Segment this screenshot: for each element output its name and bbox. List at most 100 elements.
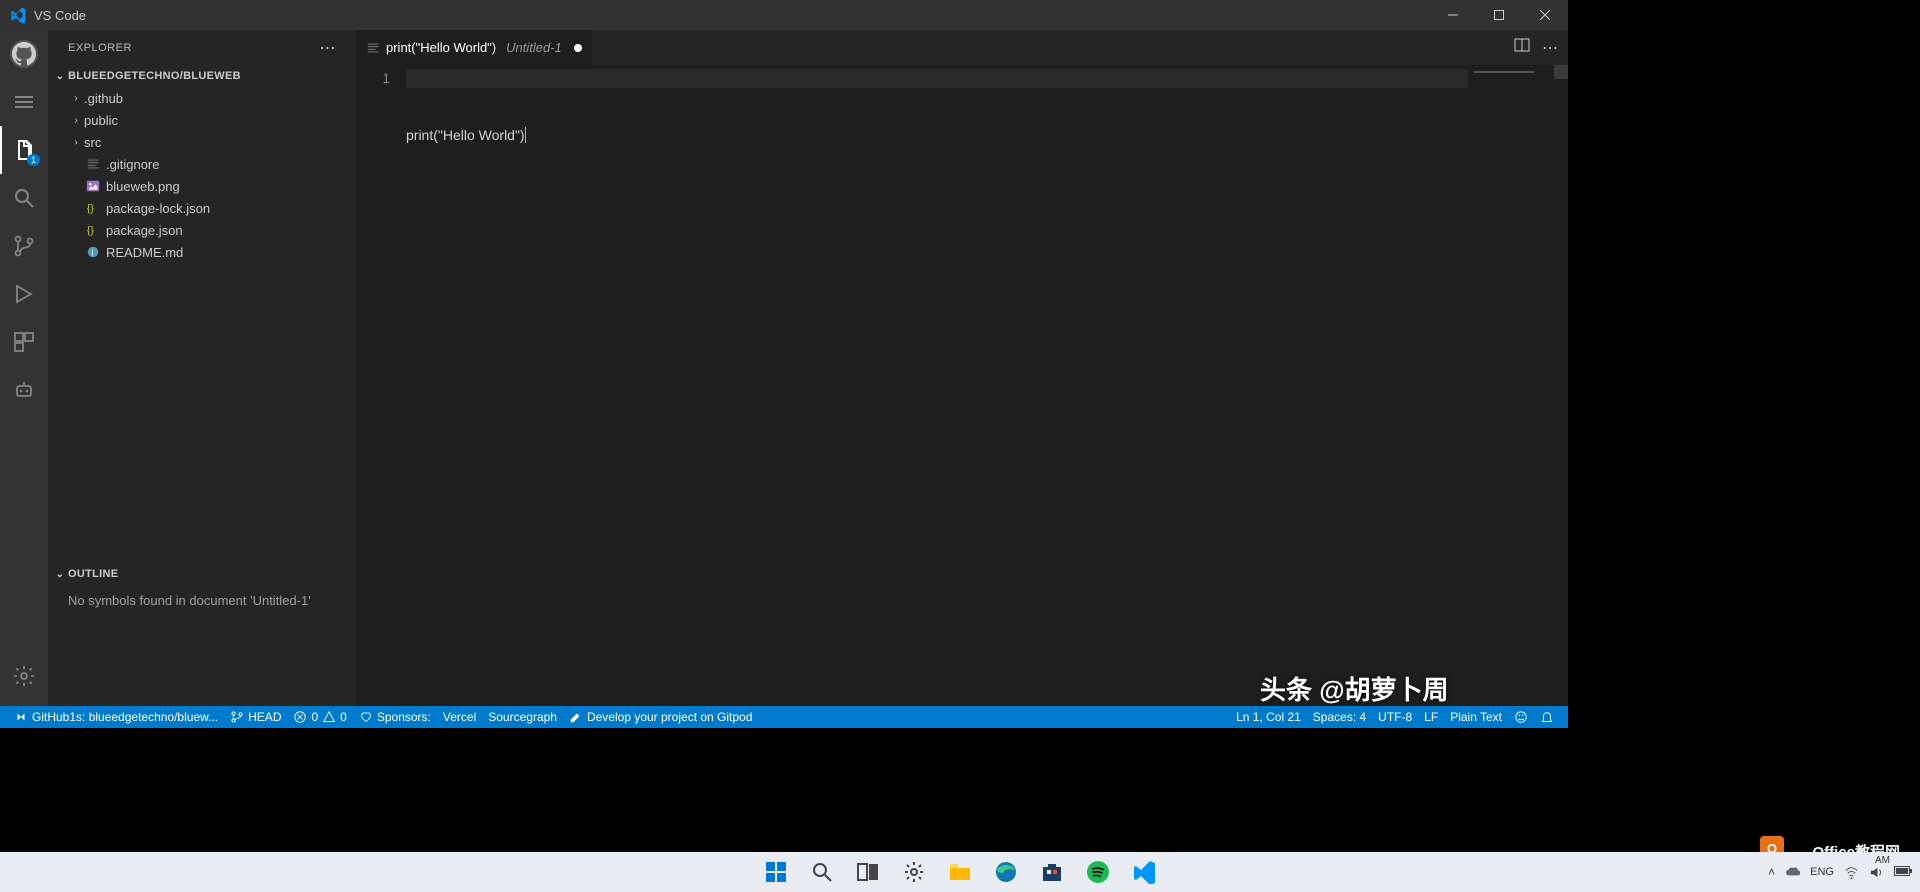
run-debug-button[interactable] <box>0 270 48 318</box>
file-label: blueweb.png <box>106 179 180 194</box>
outline-title: OUTLINE <box>68 568 118 580</box>
chevron-right-icon: › <box>68 115 84 126</box>
line-number: 1 <box>356 69 390 88</box>
search-button[interactable] <box>0 174 48 222</box>
editor-more-button[interactable]: ⋯ <box>1542 38 1558 58</box>
bell-icon <box>1540 710 1554 724</box>
tab-sublabel: Untitled-1 <box>506 40 562 55</box>
editor-tabs: print("Hello World") Untitled-1 ⋯ <box>356 30 1568 65</box>
info-file-icon: i <box>84 245 102 259</box>
folder-label: public <box>84 113 118 128</box>
remote-icon <box>14 710 28 724</box>
taskbar-settings-button[interactable] <box>902 860 926 884</box>
status-problems[interactable]: 0 0 <box>287 706 352 728</box>
smiley-icon <box>1514 710 1528 724</box>
status-remote[interactable]: GitHub1s: blueedgetechno/bluew... <box>8 706 224 728</box>
split-editor-button[interactable] <box>1514 37 1530 58</box>
outline-section-header[interactable]: ⌄ OUTLINE <box>48 563 356 585</box>
pencil-icon <box>569 710 583 724</box>
error-icon <box>293 710 307 724</box>
chevron-right-icon: › <box>68 137 84 148</box>
extensions-button[interactable] <box>0 318 48 366</box>
github-account-button[interactable] <box>0 30 48 78</box>
settings-button[interactable] <box>0 652 48 700</box>
tray-chevron-icon[interactable]: ˄ <box>1768 865 1775 879</box>
status-vercel[interactable]: Vercel <box>437 706 482 728</box>
sidebar-header: EXPLORER ⋯ <box>48 30 356 65</box>
status-language[interactable]: Plain Text <box>1444 706 1508 728</box>
explorer-badge: 1 <box>27 154 40 166</box>
minimap[interactable] <box>1468 65 1568 706</box>
text-file-icon <box>366 41 380 55</box>
status-encoding[interactable]: UTF-8 <box>1372 706 1418 728</box>
edge-browser-button[interactable] <box>994 860 1018 884</box>
file-explorer-button[interactable] <box>948 860 972 884</box>
explorer-sidebar: EXPLORER ⋯ ⌄ BLUEEDGETECHNO/BLUEWEB ›.gi… <box>48 30 356 706</box>
code-area[interactable]: print("Hello World") <box>406 65 1468 706</box>
system-tray[interactable]: ˄ ENG AM <box>1768 865 1912 880</box>
file-item[interactable]: {}package-lock.json <box>52 197 356 219</box>
status-sponsors[interactable]: Sponsors: <box>353 706 437 728</box>
branch-icon <box>230 710 244 724</box>
task-view-button[interactable] <box>856 860 880 884</box>
hamburger-icon <box>12 90 36 114</box>
tray-clock[interactable]: AM <box>1875 855 1890 866</box>
status-sourcegraph[interactable]: Sourcegraph <box>482 706 563 728</box>
explorer-button[interactable]: 1 <box>0 126 48 174</box>
file-label: README.md <box>106 245 183 260</box>
sidebar-title: EXPLORER <box>68 42 132 54</box>
taskbar-search-button[interactable] <box>810 860 834 884</box>
file-item[interactable]: {}package.json <box>52 219 356 241</box>
file-item[interactable]: i README.md <box>52 241 356 263</box>
svg-text:i: i <box>91 248 93 258</box>
status-branch[interactable]: HEAD <box>224 706 287 728</box>
status-bar: GitHub1s: blueedgetechno/bluew... HEAD 0… <box>0 706 1568 728</box>
battery-icon[interactable] <box>1894 866 1912 878</box>
file-item[interactable]: blueweb.png <box>52 175 356 197</box>
menu-button[interactable] <box>0 78 48 126</box>
tray-language[interactable]: ENG <box>1810 866 1834 878</box>
status-cursor[interactable]: Ln 1, Col 21 <box>1230 706 1307 728</box>
chevron-right-icon: › <box>68 93 84 104</box>
json-file-icon: {} <box>84 223 102 237</box>
status-feedback[interactable] <box>1508 706 1534 728</box>
copilot-button[interactable] <box>0 366 48 414</box>
status-gitpod[interactable]: Develop your project on Gitpod <box>563 706 758 728</box>
status-eol[interactable]: LF <box>1418 706 1444 728</box>
store-button[interactable] <box>1040 860 1064 884</box>
status-notifications[interactable] <box>1534 706 1560 728</box>
window-minimize-button[interactable] <box>1430 0 1476 30</box>
start-button[interactable] <box>764 860 788 884</box>
folder-item[interactable]: ›.github <box>52 87 356 109</box>
branch-icon <box>12 234 36 258</box>
volume-icon[interactable] <box>1869 865 1884 880</box>
title-bar: VS Code <box>0 0 1568 30</box>
wifi-icon[interactable] <box>1844 865 1859 880</box>
tab-label: print("Hello World") <box>386 40 496 55</box>
window-maximize-button[interactable] <box>1476 0 1522 30</box>
search-icon <box>12 186 36 210</box>
spotify-button[interactable] <box>1086 860 1110 884</box>
file-label: package-lock.json <box>106 201 210 216</box>
line-number-gutter: 1 <box>356 65 406 706</box>
project-section-header[interactable]: ⌄ BLUEEDGETECHNO/BLUEWEB <box>48 65 356 87</box>
file-item[interactable]: .gitignore <box>52 153 356 175</box>
onedrive-icon[interactable] <box>1785 865 1800 880</box>
split-icon <box>1514 37 1530 53</box>
vscode-logo-icon <box>10 7 26 23</box>
text-file-icon <box>84 157 102 171</box>
chevron-down-icon: ⌄ <box>52 71 68 82</box>
editor-tab[interactable]: print("Hello World") Untitled-1 <box>356 30 593 65</box>
windows-taskbar: ˄ ENG AM <box>0 852 1920 892</box>
status-spaces[interactable]: Spaces: 4 <box>1307 706 1372 728</box>
folder-item[interactable]: ›src <box>52 131 356 153</box>
code-line: print("Hello World") <box>406 127 525 143</box>
vscode-taskbar-button[interactable] <box>1132 860 1156 884</box>
window-close-button[interactable] <box>1522 0 1568 30</box>
folder-item[interactable]: ›public <box>52 109 356 131</box>
source-control-button[interactable] <box>0 222 48 270</box>
robot-icon <box>12 378 36 402</box>
file-label: .gitignore <box>106 157 159 172</box>
editor-body[interactable]: 1 print("Hello World") <box>356 65 1568 706</box>
sidebar-more-button[interactable]: ⋯ <box>320 38 337 58</box>
